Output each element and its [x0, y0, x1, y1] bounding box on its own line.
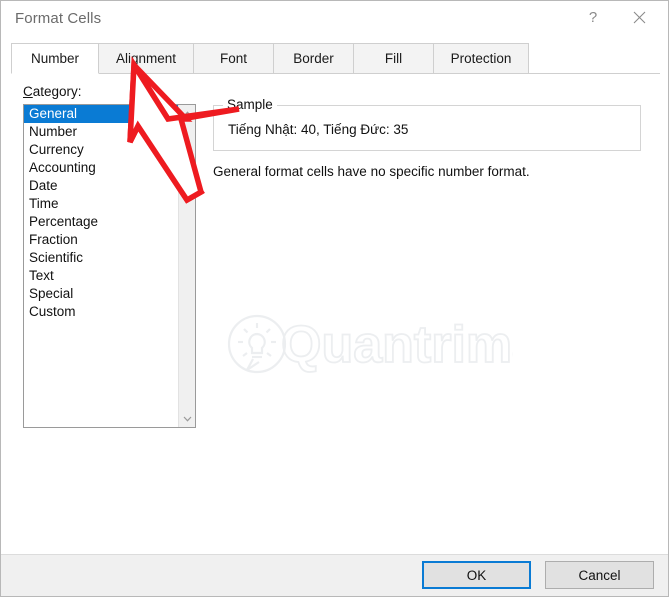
- tab-label: Fill: [384, 51, 403, 66]
- page-title: Format Cells: [15, 10, 102, 27]
- cancel-button-label: Cancel: [578, 567, 621, 583]
- lightbulb-logo-icon: Quantrimang: [227, 314, 513, 375]
- list-item[interactable]: Date: [24, 177, 178, 195]
- ok-button-label: OK: [466, 567, 487, 583]
- list-item[interactable]: Time: [24, 195, 178, 213]
- tab-protection[interactable]: Protection: [433, 43, 529, 74]
- list-item-label: Fraction: [29, 232, 78, 247]
- tabs-row: Number Alignment Font Border Fill Protec…: [11, 43, 529, 74]
- list-item-label: Custom: [29, 304, 76, 319]
- list-item-label: General: [29, 106, 78, 121]
- tab-alignment[interactable]: Alignment: [98, 43, 194, 74]
- list-item-label: Time: [29, 196, 59, 211]
- sample-groupbox: Sample Tiếng Nhật: 40, Tiếng Đức: 35: [213, 97, 641, 151]
- tab-strip: Number Alignment Font Border Fill Protec…: [11, 43, 660, 74]
- tab-font[interactable]: Font: [193, 43, 274, 74]
- tab-label: Number: [30, 51, 79, 66]
- list-item-label: Scientific: [29, 250, 84, 265]
- tab-label: Alignment: [115, 51, 177, 66]
- sample-legend: Sample: [223, 97, 277, 112]
- list-item[interactable]: Special: [24, 285, 178, 303]
- tab-number[interactable]: Number: [11, 43, 99, 74]
- watermark-text: Quantrimang: [281, 316, 513, 374]
- list-item[interactable]: Fraction: [24, 231, 178, 249]
- tab-label: Protection: [450, 51, 512, 66]
- list-item[interactable]: General: [24, 105, 178, 123]
- category-label-rest: ategory:: [32, 84, 82, 99]
- dialog-footer: OK Cancel: [1, 554, 668, 596]
- category-scrollbar[interactable]: [178, 105, 195, 427]
- chevron-down-icon: [183, 416, 192, 422]
- list-item[interactable]: Scientific: [24, 249, 178, 267]
- dialog-body: Category: General Number Currency Accoun…: [1, 74, 668, 557]
- category-label: Category:: [23, 84, 82, 99]
- format-cells-dialog: Format Cells ? Number Alignment Font Bor…: [0, 0, 669, 597]
- list-item-label: Date: [29, 178, 58, 193]
- help-button[interactable]: ?: [570, 1, 616, 33]
- list-item-label: Currency: [29, 142, 84, 157]
- tab-border[interactable]: Border: [273, 43, 354, 74]
- list-item-label: Text: [29, 268, 54, 283]
- list-item-label: Percentage: [29, 214, 99, 229]
- category-list-items: General Number Currency Accounting Date …: [24, 105, 178, 321]
- list-item[interactable]: Text: [24, 267, 178, 285]
- tab-label: Border: [293, 51, 334, 66]
- scroll-up-button[interactable]: [179, 105, 195, 122]
- watermark: Quantrimang: [223, 304, 513, 384]
- list-item[interactable]: Number: [24, 123, 178, 141]
- list-item[interactable]: Currency: [24, 141, 178, 159]
- sample-value: Tiếng Nhật: 40, Tiếng Đức: 35: [228, 122, 409, 137]
- list-item-label: Number: [29, 124, 78, 139]
- close-icon: [633, 11, 646, 24]
- cancel-button[interactable]: Cancel: [545, 561, 654, 589]
- close-button[interactable]: [616, 1, 662, 33]
- list-item-label: Accounting: [29, 160, 96, 175]
- format-description: General format cells have no specific nu…: [213, 164, 530, 179]
- category-listbox[interactable]: General Number Currency Accounting Date …: [23, 104, 196, 428]
- category-label-accel: C: [23, 84, 33, 99]
- question-mark-icon: ?: [588, 8, 598, 26]
- scroll-down-button[interactable]: [179, 410, 195, 427]
- title-bar: Format Cells ?: [1, 1, 668, 39]
- list-item-label: Special: [29, 286, 74, 301]
- list-item[interactable]: Custom: [24, 303, 178, 321]
- chevron-up-icon: [183, 110, 192, 117]
- ok-button[interactable]: OK: [422, 561, 531, 589]
- tab-fill[interactable]: Fill: [353, 43, 434, 74]
- list-item[interactable]: Percentage: [24, 213, 178, 231]
- tab-label: Font: [219, 51, 247, 66]
- list-item[interactable]: Accounting: [24, 159, 178, 177]
